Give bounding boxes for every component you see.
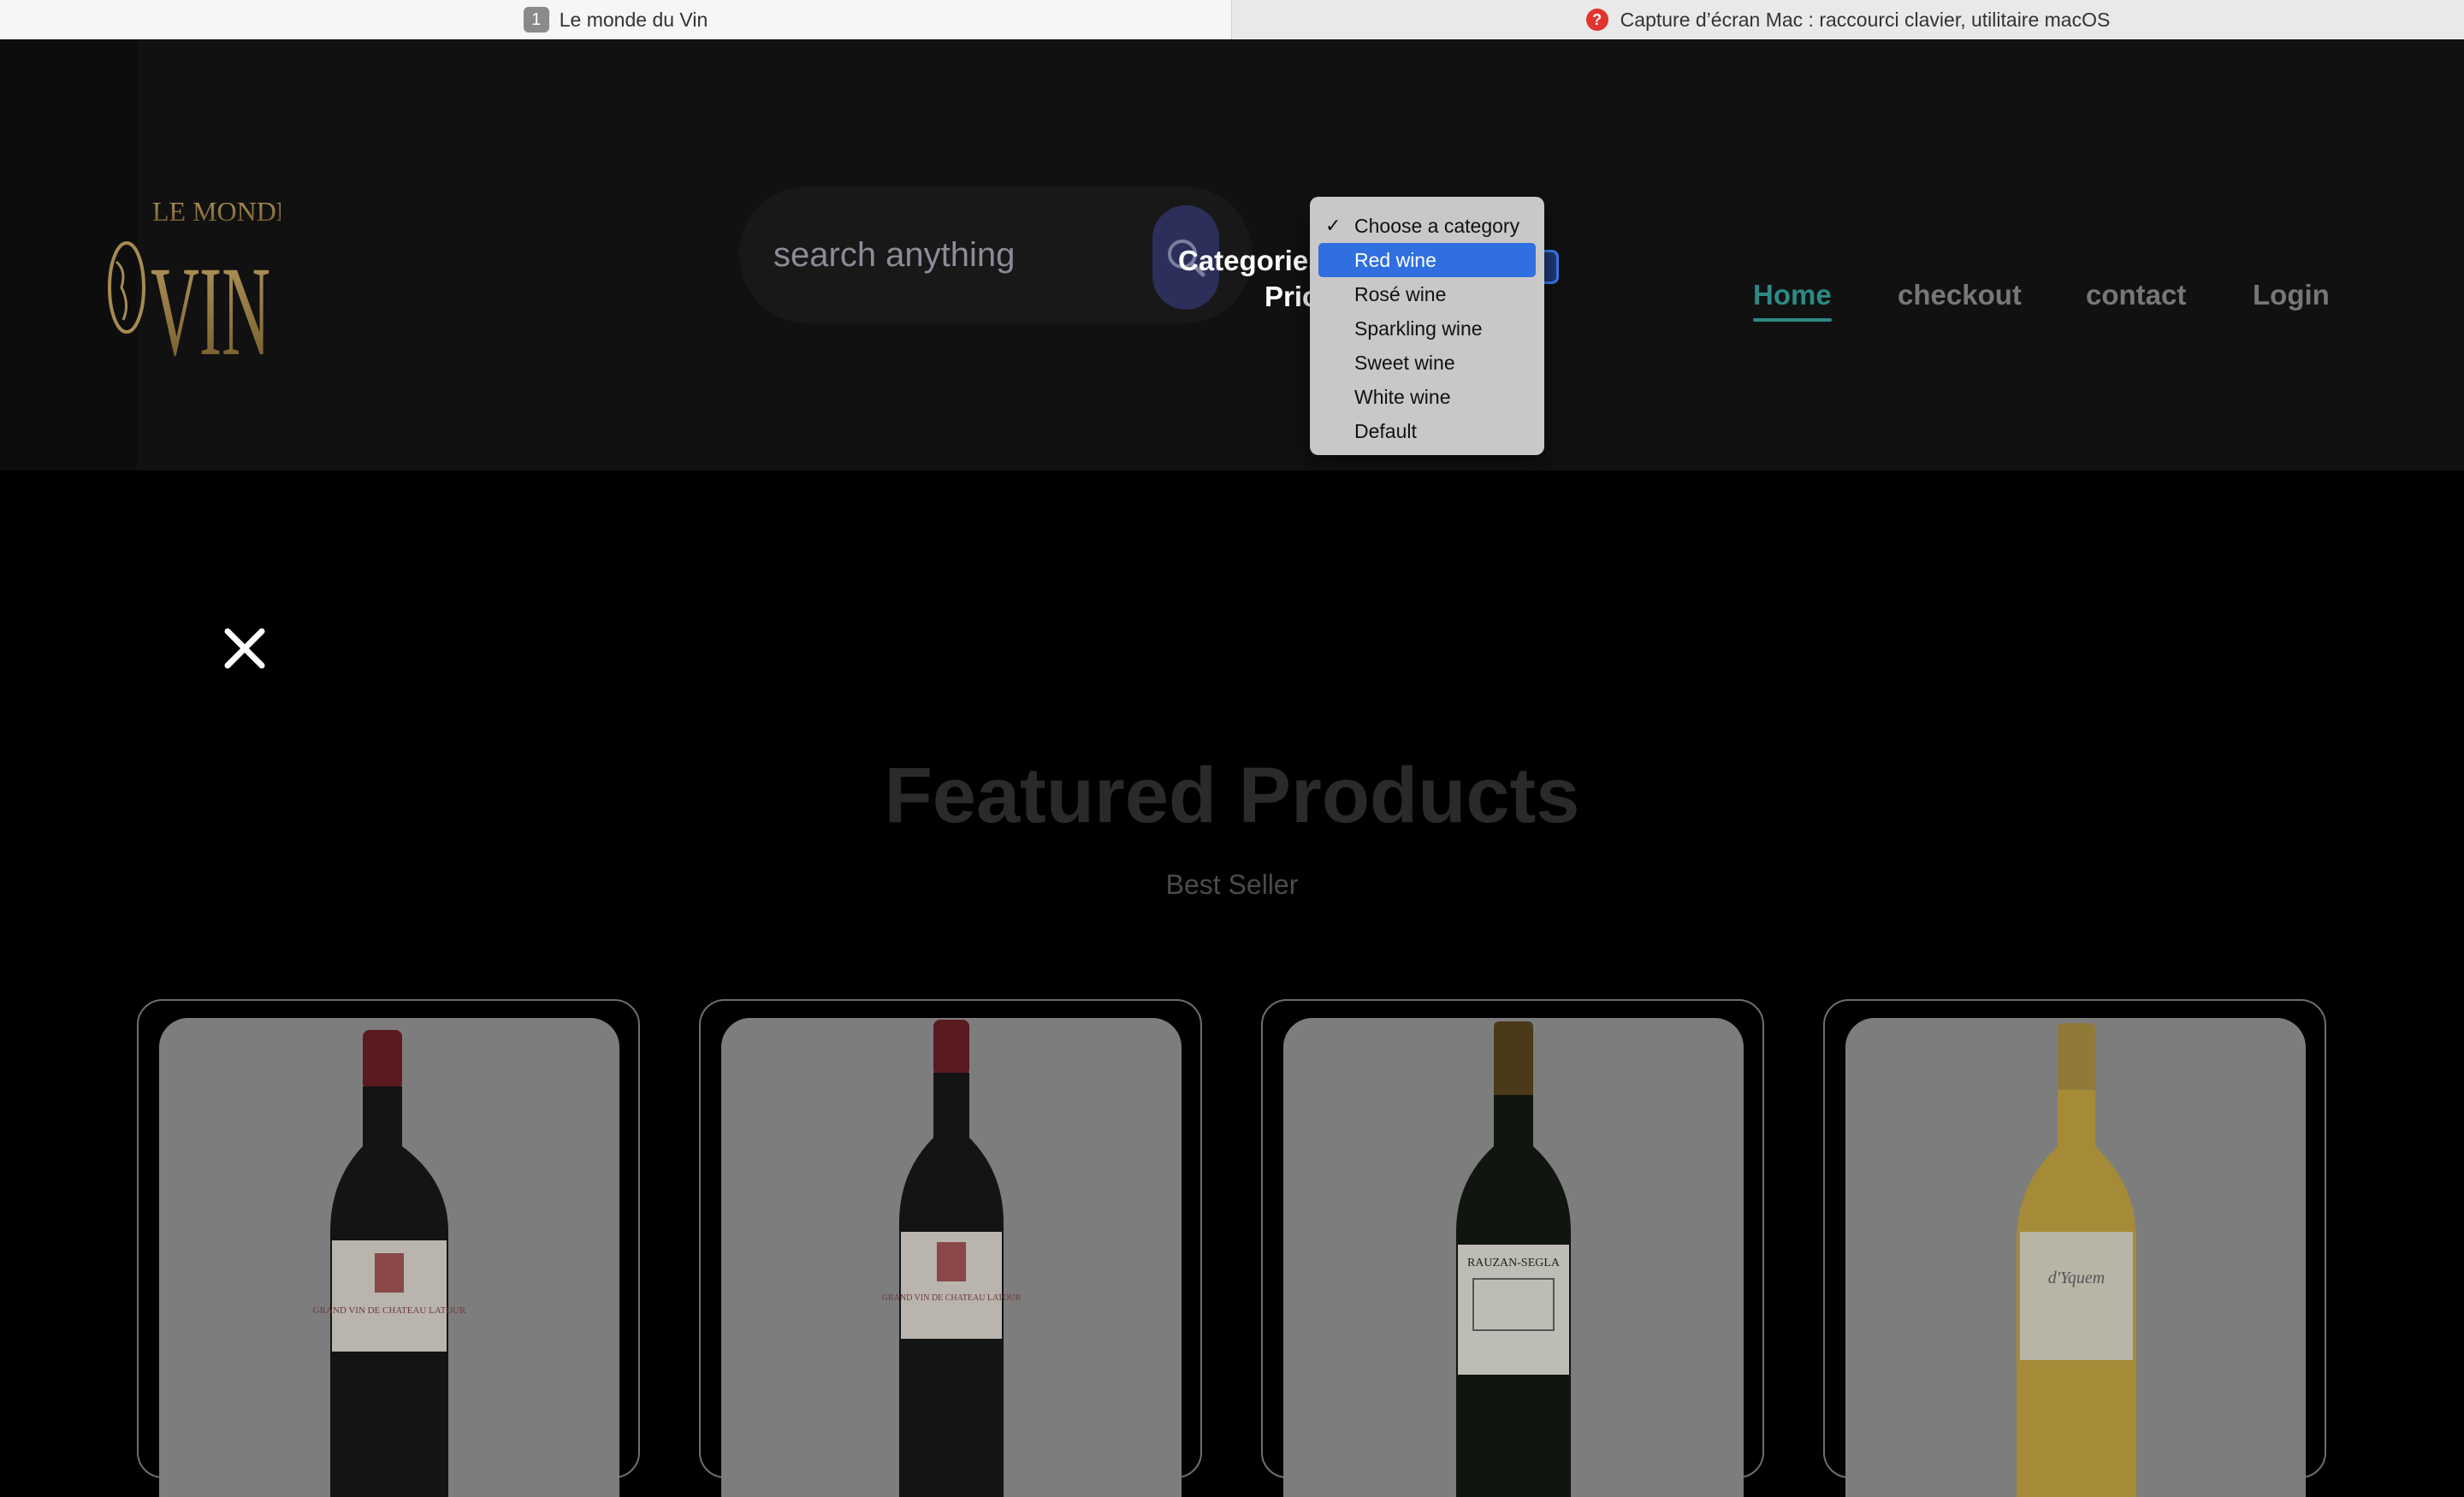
- logo-text-main: VIN: [151, 240, 270, 373]
- nav-contact[interactable]: contact: [2086, 279, 2186, 311]
- site-header: LE MONDE DU VIN search anything Categori…: [0, 39, 2464, 470]
- bottle-label-text: RAUZAN-SEGLA: [1467, 1257, 1561, 1269]
- product-card[interactable]: RAUZAN-SEGLA: [1261, 999, 1764, 1497]
- dropdown-option-sweet-wine[interactable]: Sweet wine: [1318, 346, 1536, 380]
- tab-title: Le monde du Vin: [559, 8, 708, 31]
- tab-number-badge: 1: [523, 7, 549, 33]
- featured-products-subtitle: Best Seller: [1165, 869, 1299, 900]
- bottle-label-text: d'Yquem: [2048, 1269, 2106, 1287]
- browser-tab-active[interactable]: 1 Le monde du Vin: [0, 0, 1232, 39]
- product-image: d'Yquem: [1845, 1018, 2306, 1497]
- close-icon[interactable]: [221, 624, 269, 672]
- logo[interactable]: LE MONDE DU VIN: [101, 176, 281, 373]
- nav-login[interactable]: Login: [2253, 279, 2330, 311]
- wine-bottle-icon: GRAND VIN DE CHATEAU LATOUR: [313, 1030, 466, 1497]
- logo-text-top: LE MONDE DU: [152, 196, 281, 227]
- product-card[interactable]: GRAND VIN DE CHATEAU LATOUR: [699, 999, 1202, 1497]
- bottle-label-text: GRAND VIN DE CHATEAU LATOUR: [313, 1305, 466, 1316]
- product-card[interactable]: GRAND VIN DE CHATEAU LATOUR: [137, 999, 640, 1497]
- dropdown-option-choose[interactable]: ✓ Choose a category: [1318, 209, 1536, 243]
- dropdown-option-white-wine[interactable]: White wine: [1318, 380, 1536, 414]
- nav-checkout[interactable]: checkout: [1898, 279, 2022, 311]
- search-bar: search anything: [739, 186, 1253, 323]
- categories-label: Categories: [1178, 245, 1324, 276]
- wine-bottle-icon: d'Yquem: [2017, 1023, 2136, 1497]
- browser-tab-bar: 1 Le monde du Vin ? Capture d’écran Mac …: [0, 0, 2464, 40]
- category-dropdown-menu: ✓ Choose a category Red wine Rosé wine S…: [1310, 197, 1544, 455]
- dropdown-option-red-wine[interactable]: Red wine: [1318, 243, 1536, 277]
- featured-products-title: Featured Products: [884, 752, 1580, 839]
- product-image: GRAND VIN DE CHATEAU LATOUR: [159, 1018, 619, 1497]
- help-icon: ?: [1585, 9, 1608, 31]
- nav-home[interactable]: Home: [1753, 279, 1832, 322]
- wine-bottle-icon: RAUZAN-SEGLA: [1456, 1021, 1571, 1497]
- bottle-label-text: GRAND VIN DE CHATEAU LATOUR: [882, 1293, 1022, 1303]
- search-input[interactable]: search anything: [773, 221, 1167, 289]
- tab-title: Capture d’écran Mac : raccourci clavier,…: [1620, 8, 2111, 31]
- browser-tab[interactable]: ? Capture d’écran Mac : raccourci clavie…: [1232, 0, 2464, 39]
- product-image: GRAND VIN DE CHATEAU LATOUR: [721, 1018, 1182, 1497]
- wine-bottle-icon: GRAND VIN DE CHATEAU LATOUR: [882, 1020, 1022, 1497]
- product-card[interactable]: d'Yquem: [1823, 999, 2326, 1497]
- dropdown-option-sparkling-wine[interactable]: Sparkling wine: [1318, 311, 1536, 346]
- product-image: RAUZAN-SEGLA: [1283, 1018, 1744, 1497]
- dropdown-option-rose-wine[interactable]: Rosé wine: [1318, 277, 1536, 311]
- checkmark-icon: ✓: [1325, 215, 1342, 236]
- dropdown-option-default[interactable]: Default: [1318, 414, 1536, 448]
